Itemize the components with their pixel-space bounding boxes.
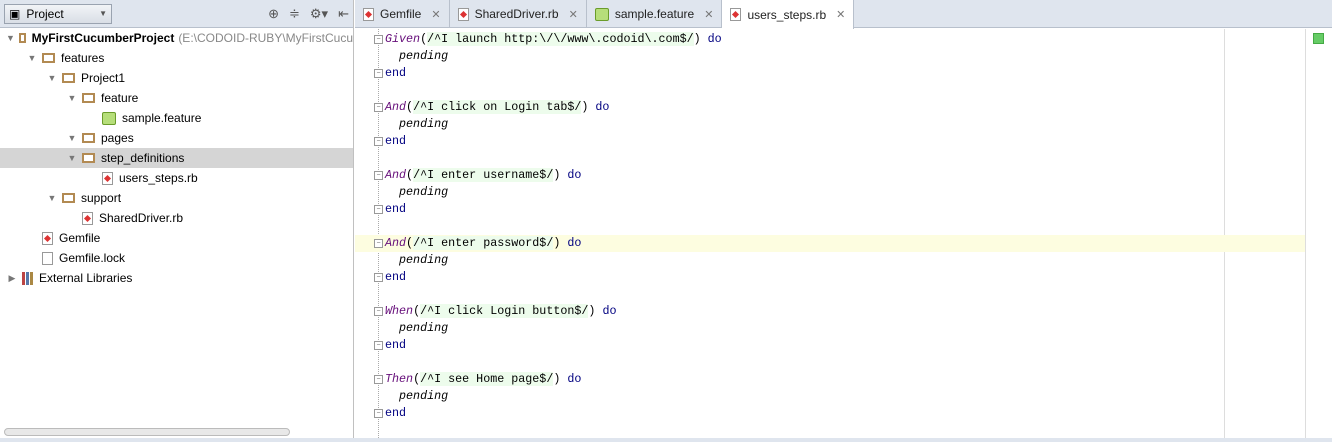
fold-marker-icon[interactable]: −: [374, 103, 383, 112]
tree-item[interactable]: Gemfile: [0, 228, 353, 248]
chevron-down-icon: ▼: [99, 9, 107, 18]
tree-item[interactable]: users_steps.rb: [0, 168, 353, 188]
code-line: pending: [399, 253, 449, 267]
collapse-arrow-icon[interactable]: ▼: [46, 193, 58, 203]
close-icon[interactable]: ✕: [704, 8, 713, 21]
collapse-arrow-icon[interactable]: ▼: [26, 53, 38, 63]
hide-panel-icon[interactable]: ⇤: [338, 6, 349, 22]
code-line: end: [385, 270, 407, 284]
fold-marker-icon[interactable]: −: [374, 69, 383, 78]
code-line: end: [385, 134, 407, 148]
ruby-file-icon: [82, 211, 93, 225]
no-errors-indicator[interactable]: [1313, 33, 1324, 44]
tree-item[interactable]: sample.feature: [0, 108, 353, 128]
tree-item[interactable]: ▼ pages: [0, 128, 353, 148]
fold-marker-icon[interactable]: −: [374, 375, 383, 384]
code-line: When(/^I click Login button$/) do: [385, 304, 617, 318]
fold-marker-icon[interactable]: −: [374, 171, 383, 180]
editor-tab[interactable]: users_steps.rb ✕: [722, 0, 855, 29]
file-icon: [42, 251, 53, 265]
error-stripe: [1305, 29, 1332, 442]
cucumber-feature-icon: [594, 7, 609, 21]
library-icon: [22, 271, 33, 285]
code-line: end: [385, 406, 407, 420]
status-strip: [0, 438, 1332, 442]
tree-item[interactable]: ▼ feature: [0, 88, 353, 108]
fold-marker-icon[interactable]: −: [374, 307, 383, 316]
editor-tabs: Gemfile ✕ SharedDriver.rb ✕ sample.feature ✕ u…: [355, 0, 1332, 29]
tree-item[interactable]: Gemfile.lock: [0, 248, 353, 268]
code-line: And(/^I click on Login tab$/) do: [385, 100, 610, 114]
fold-marker-icon[interactable]: −: [374, 273, 383, 282]
code-line: end: [385, 66, 407, 80]
collapse-arrow-icon[interactable]: ▼: [46, 73, 58, 83]
scroll-from-source-icon[interactable]: ⊕: [268, 6, 279, 22]
step-definitions-icon: [730, 8, 742, 21]
project-panel-header: ▣ Project ▼ ⊕ ≑ ⚙▾ ⇤: [0, 0, 353, 28]
tree-item[interactable]: ▼ MyFirstCucumberProject (E:\CODOID-RUBY\M…: [0, 28, 353, 48]
collapse-arrow-icon[interactable]: ▼: [66, 93, 78, 103]
collapse-arrow-icon[interactable]: ▼: [66, 153, 78, 163]
close-icon[interactable]: ✕: [836, 8, 845, 21]
tree-item[interactable]: ▼ support: [0, 188, 353, 208]
code-line: pending: [399, 49, 449, 63]
gear-icon[interactable]: ⚙▾: [310, 6, 328, 22]
close-icon[interactable]: ✕: [569, 8, 578, 21]
code-line: And(/^I enter username$/) do: [385, 168, 582, 182]
collapse-arrow-icon[interactable]: ▼: [66, 133, 78, 143]
editor-tab[interactable]: Gemfile ✕: [355, 0, 450, 28]
code-line: Then(/^I see Home page$/) do: [385, 372, 582, 386]
code-line: Given(/^I launch http:\/\/www\.codoid\.c…: [385, 32, 722, 46]
editor-tab[interactable]: sample.feature ✕: [587, 0, 723, 28]
fold-marker-icon[interactable]: −: [374, 239, 383, 248]
ruby-file-icon: [42, 231, 53, 245]
folder-icon: [42, 53, 55, 63]
cucumber-feature-icon: [102, 111, 116, 125]
ruby-file-icon: [457, 7, 469, 21]
collapse-all-icon[interactable]: ≑: [289, 6, 300, 22]
code-line: And(/^I enter password$/) do: [355, 235, 1305, 252]
horizontal-scrollbar[interactable]: [4, 428, 290, 436]
expand-arrow-icon[interactable]: ▶: [6, 273, 18, 284]
tree-item[interactable]: ▶ External Libraries: [0, 268, 353, 288]
fold-marker-icon[interactable]: −: [374, 137, 383, 146]
ruby-file-icon: [102, 171, 113, 185]
code-line: end: [385, 202, 407, 216]
editor-tab[interactable]: SharedDriver.rb ✕: [450, 0, 587, 28]
code-editor[interactable]: Given(/^I launch http:\/\/www\.codoid\.c…: [355, 29, 1332, 442]
close-icon[interactable]: ✕: [431, 8, 440, 21]
folder-icon: [18, 33, 26, 43]
code-line: pending: [399, 185, 449, 199]
project-icon: ▣: [9, 6, 21, 21]
code-line: end: [385, 338, 407, 352]
tree-item[interactable]: ▼ features: [0, 48, 353, 68]
project-panel: ▣ Project ▼ ⊕ ≑ ⚙▾ ⇤ ▼ MyFirstCucumberPro…: [0, 0, 354, 442]
ruby-file-icon: [363, 7, 374, 21]
folder-icon: [62, 193, 75, 203]
fold-marker-icon[interactable]: −: [374, 341, 383, 350]
project-view-selector[interactable]: ▣ Project ▼: [4, 3, 112, 24]
fold-marker-icon[interactable]: −: [374, 205, 383, 214]
folder-icon: [62, 73, 75, 83]
folder-icon: [82, 133, 95, 143]
tree-item[interactable]: SharedDriver.rb: [0, 208, 353, 228]
folder-icon: [82, 153, 95, 163]
project-tree: ▼ MyFirstCucumberProject (E:\CODOID-RUBY\M…: [0, 28, 353, 288]
code-line: pending: [399, 321, 449, 335]
tree-item[interactable]: ▼ step_definitions: [0, 148, 353, 168]
fold-marker-icon[interactable]: −: [374, 409, 383, 418]
code-line: pending: [399, 389, 449, 403]
tree-item[interactable]: ▼ Project1: [0, 68, 353, 88]
code-line: pending: [399, 117, 449, 131]
collapse-arrow-icon[interactable]: ▼: [6, 33, 15, 43]
fold-marker-icon[interactable]: −: [374, 35, 383, 44]
folder-icon: [82, 93, 95, 103]
